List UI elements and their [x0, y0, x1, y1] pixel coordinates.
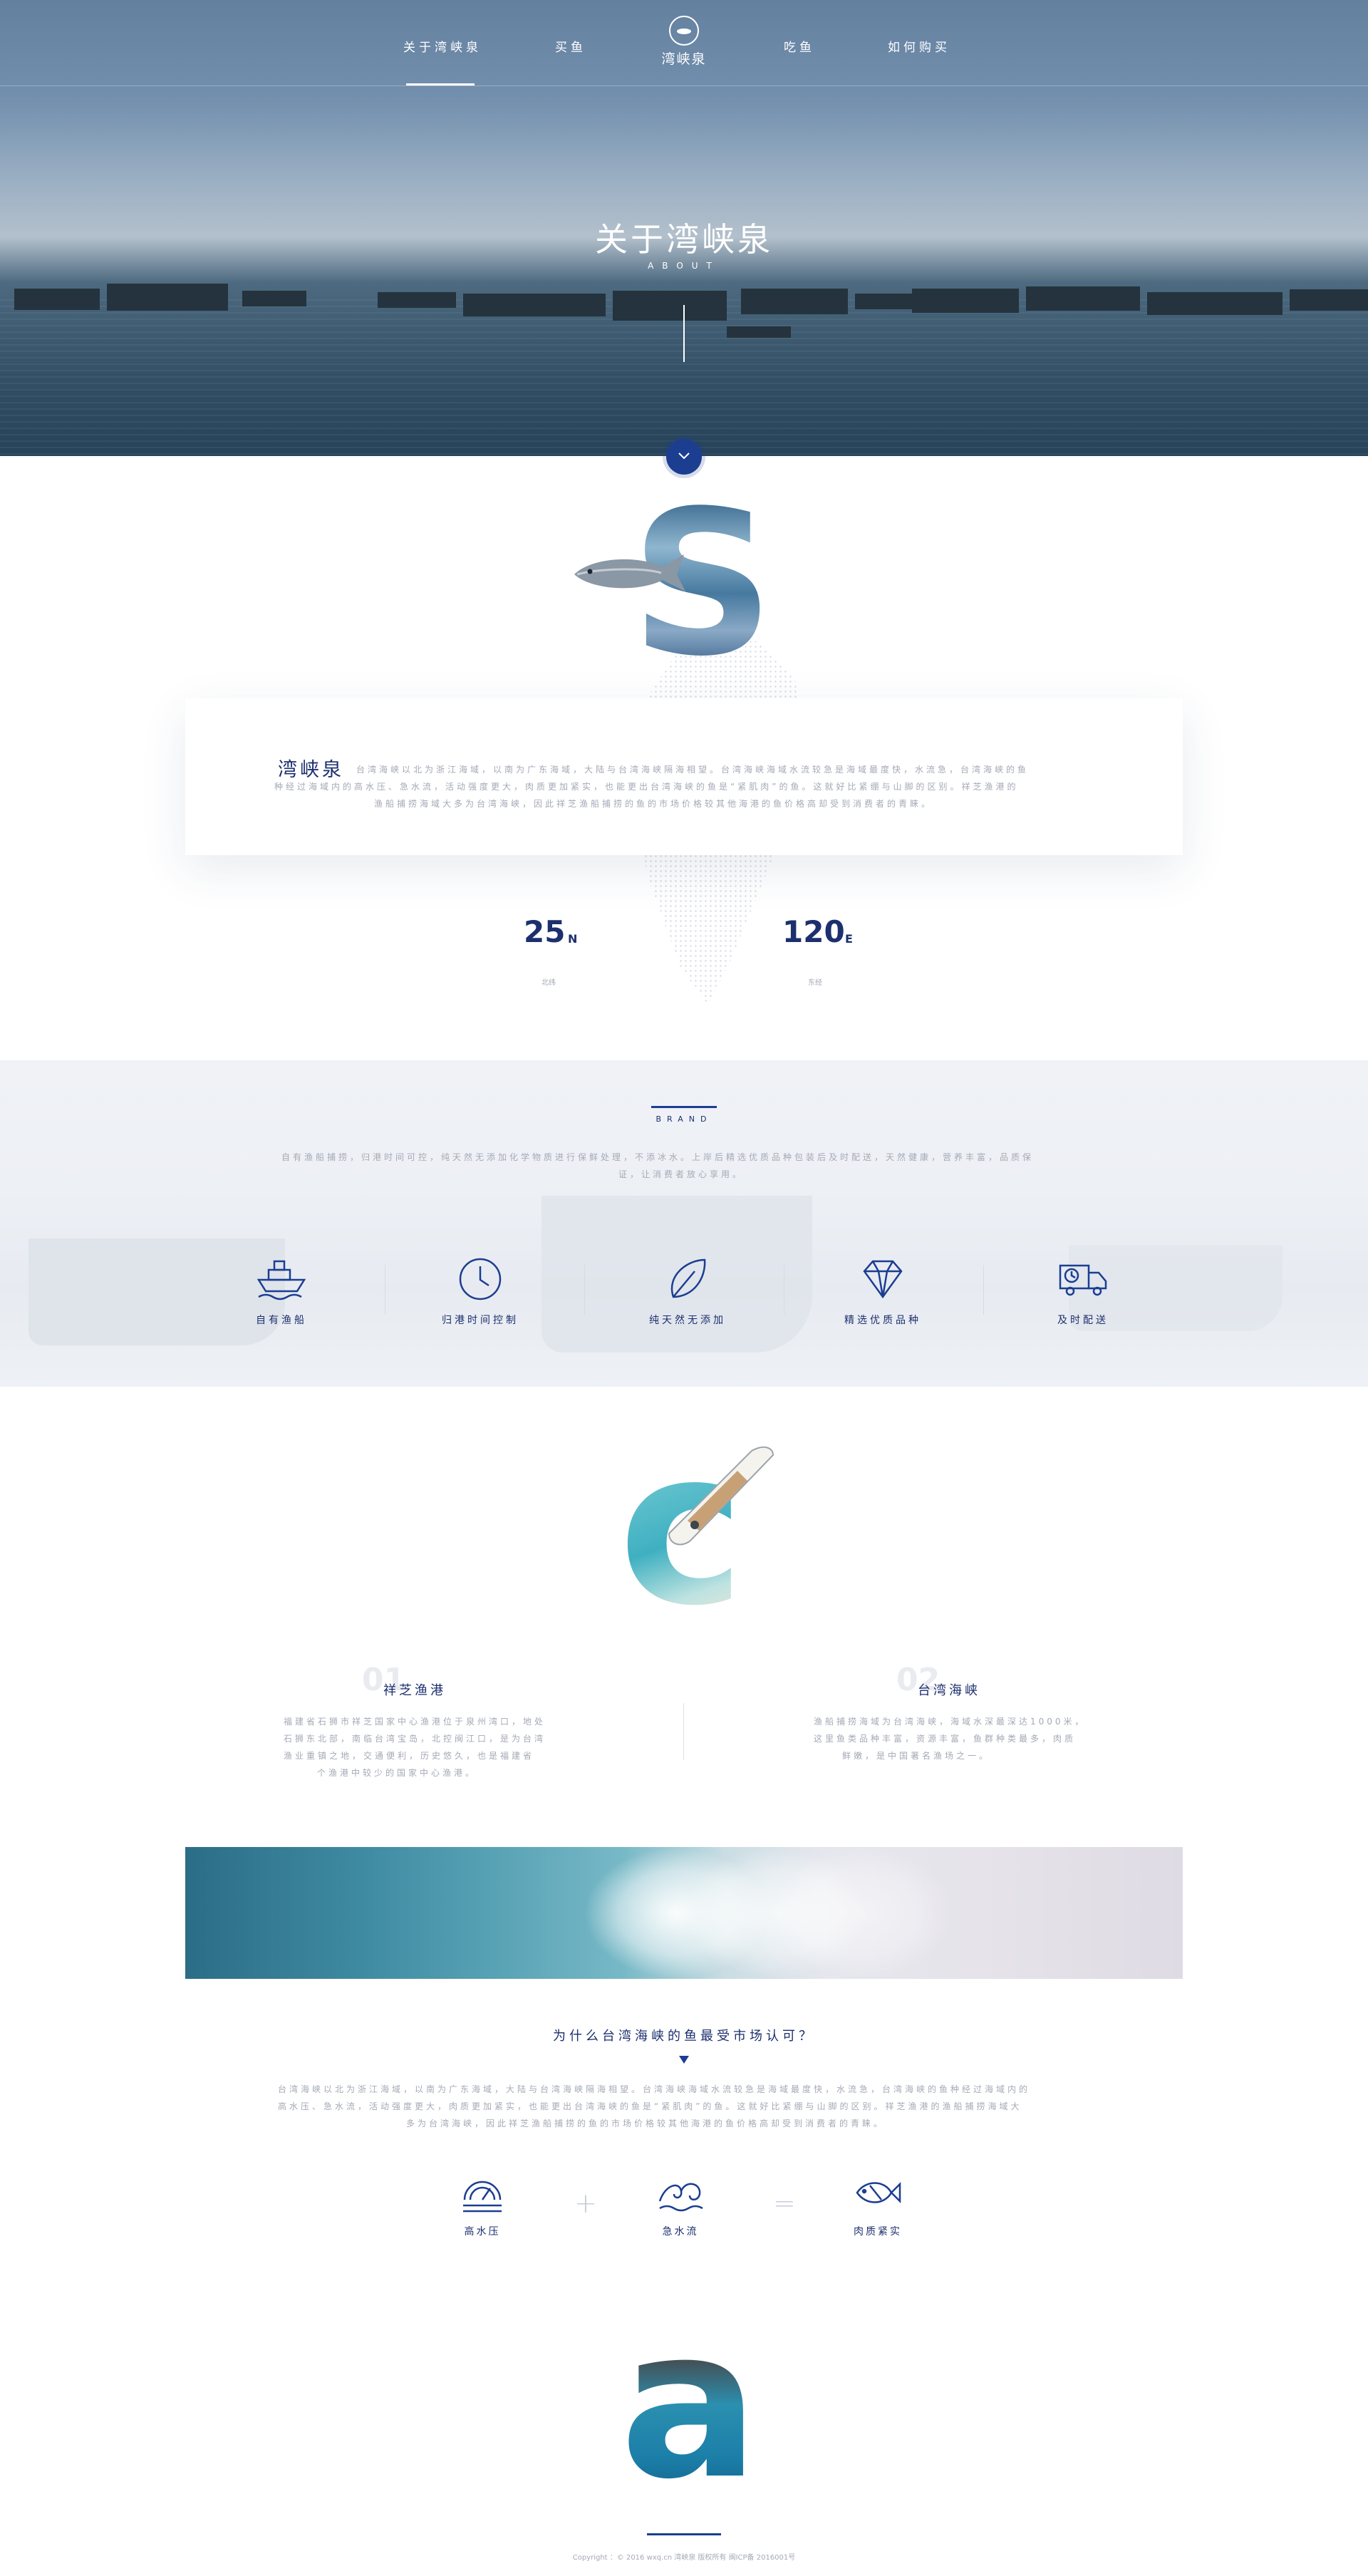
column-divider — [683, 1703, 684, 1760]
factor-label: 高水压 — [464, 2226, 501, 2238]
factor-label: 急水流 — [662, 2226, 699, 2238]
column-text-line: 渔船捕捞海域为台湾海峡，海域水深最深达1000米， — [814, 1717, 1087, 1727]
wave-foam — [770, 1847, 955, 1979]
factor-high-pressure: 高水压 — [425, 2170, 539, 2238]
longitude-value: 120 — [782, 914, 845, 949]
column-text-line: 个渔港中较少的国家中心渔港。 — [317, 1768, 477, 1778]
feature-return-time: 归港时间控制 — [409, 1254, 551, 1327]
column-text-line: 这里鱼类品种丰富，资源丰富，鱼群种类最多，肉质 — [814, 1734, 1077, 1744]
factor-fast-current: 急水流 — [623, 2170, 737, 2238]
pressure-gauge-icon — [463, 2181, 502, 2213]
brand-title: BRAND — [656, 1114, 712, 1124]
factor-firm-meat: 肉质紧实 — [821, 2170, 935, 2238]
page-subtitle: ABOUT — [648, 261, 720, 271]
nav-item-buy-fish[interactable]: 买鱼 — [555, 37, 586, 55]
footer-accent-bar — [647, 2533, 721, 2535]
delivery-truck-icon — [1059, 1264, 1107, 1296]
why-title: 为什么台湾海峡的鱼最受市场认可？ — [553, 2029, 815, 2044]
longitude-caption: 东经 — [808, 979, 822, 987]
feature-own-boats: 自有渔船 — [210, 1254, 353, 1327]
diamond-icon — [863, 1260, 903, 1299]
feature-label: 纯天然无添加 — [649, 1315, 726, 1326]
brand-accent-bar — [651, 1106, 717, 1108]
intro-text-line: 种经过海域内的高水压、急水流，活动强度更大，肉质更加紧实，也能更出台湾海峡的鱼是… — [274, 782, 1019, 792]
plus-sign: + — [574, 2188, 597, 2219]
why-text-line: 多为台湾海峡，因此祥芝渔船捕捞的鱼的市场价格较其他海港的鱼价格高却受到消费者的青… — [406, 2119, 886, 2128]
factor-label: 肉质紧实 — [854, 2226, 902, 2238]
ocean-wave-banner — [185, 1847, 1183, 1979]
boat-silhouette — [912, 289, 1019, 313]
boat-silhouette — [107, 284, 228, 311]
latitude-value: 25 — [524, 914, 566, 949]
brand-text-line: 自有渔船捕捞，归港时间可控，纯天然无添加化学物质进行保鲜处理，不添冰水。上岸后精… — [281, 1152, 1035, 1162]
intro-text-line: 渔船捕捞海域大多为台湾海峡，因此祥芝渔船捕捞的鱼的市场价格较其他海港的鱼价格高却… — [374, 799, 933, 809]
feature-label: 自有渔船 — [256, 1315, 307, 1326]
boat-silhouette — [242, 291, 306, 306]
nav-active-indicator — [406, 83, 475, 86]
decorative-letter-a: a — [620, 2285, 760, 2525]
fish-icon — [856, 2181, 901, 2204]
copyright-text: Copyright ：© 2016 wxq.cn 湾峡泉 版权所有 闽ICP备 … — [572, 2554, 796, 2562]
column-title-2: 台湾海峡 — [918, 1683, 980, 1698]
feature-label: 及时配送 — [1057, 1315, 1109, 1326]
boat-silhouette — [1147, 292, 1282, 315]
down-arrow-icon — [679, 2056, 689, 2064]
leaf-icon — [670, 1258, 706, 1298]
column-text-line: 石狮东北部，南临台湾宝岛，北控闽江口，是为台湾 — [284, 1734, 546, 1744]
column-text-line: 福建省石狮市祥芝国家中心渔港位于泉州湾口，地处 — [284, 1717, 546, 1727]
feature-delivery: 及时配送 — [1012, 1254, 1154, 1327]
fish-image — [574, 554, 685, 591]
intro-text-line: 台湾海峡以北为浙江海域，以南为广东海域，大陆与台湾海峡隔海相望。台湾海峡海域水流… — [356, 765, 1030, 775]
boat-silhouette — [378, 292, 456, 308]
latitude-caption: 北纬 — [542, 979, 556, 987]
longitude-unit: E — [845, 932, 853, 946]
chevron-down-icon — [678, 452, 690, 460]
brand-section — [0, 1060, 1368, 1387]
latitude-unit: N — [568, 932, 578, 946]
nav-item-eat-fish[interactable]: 吃鱼 — [784, 37, 815, 55]
boat-silhouette — [613, 291, 727, 321]
boat-silhouette — [463, 294, 606, 316]
feature-quality: 精选优质品种 — [812, 1254, 954, 1327]
fishing-boat-icon — [256, 1260, 306, 1300]
scroll-down-button[interactable] — [666, 439, 702, 475]
boat-silhouette — [1290, 289, 1368, 311]
logo-text: 湾峡泉 — [661, 51, 707, 67]
logo-fish-icon — [669, 16, 699, 46]
equals-sign: = — [773, 2188, 796, 2219]
hero-banner: 关于湾峡泉 买鱼 湾峡泉 吃鱼 如何购买 关于湾峡泉 ABOUT — [0, 0, 1368, 456]
nav-item-how-to-buy[interactable]: 如何购买 — [888, 37, 950, 55]
why-text-line: 高水压、急水流，活动强度更大，肉质更加紧实，也能更出台湾海峡的鱼是“紧肌肉”的鱼… — [278, 2101, 1022, 2111]
hero-vertical-line — [683, 305, 685, 362]
column-text-line: 渔业重镇之地，交通便利，历史悠久，也是福建省 — [284, 1751, 535, 1761]
column-title-1: 祥芝渔港 — [383, 1683, 446, 1698]
clock-icon — [459, 1258, 502, 1300]
column-text-line: 鲜嫩，是中国著名渔场之一。 — [842, 1751, 991, 1761]
boat-silhouette — [727, 326, 791, 338]
feature-label: 归港时间控制 — [442, 1315, 519, 1326]
nav-item-about[interactable]: 关于湾峡泉 — [403, 37, 482, 55]
boat-image — [668, 1446, 774, 1546]
feature-divider — [983, 1265, 984, 1315]
boat-silhouette — [741, 289, 848, 314]
boat-silhouette — [14, 289, 100, 310]
water-current-icon — [658, 2183, 703, 2212]
feature-divider — [584, 1265, 585, 1315]
brand-text-line: 证，让消费者放心享用。 — [618, 1169, 745, 1179]
feature-natural: 纯天然无添加 — [616, 1254, 759, 1327]
why-text-line: 台湾海峡以北为浙江海域，以南为广东海域，大陆与台湾海峡隔海相望。台湾海峡海域水流… — [278, 2084, 1031, 2094]
site-logo[interactable]: 湾峡泉 — [656, 16, 712, 74]
feature-label: 精选优质品种 — [844, 1315, 921, 1326]
page-title: 关于湾峡泉 — [595, 220, 773, 259]
boat-silhouette — [1026, 286, 1140, 311]
